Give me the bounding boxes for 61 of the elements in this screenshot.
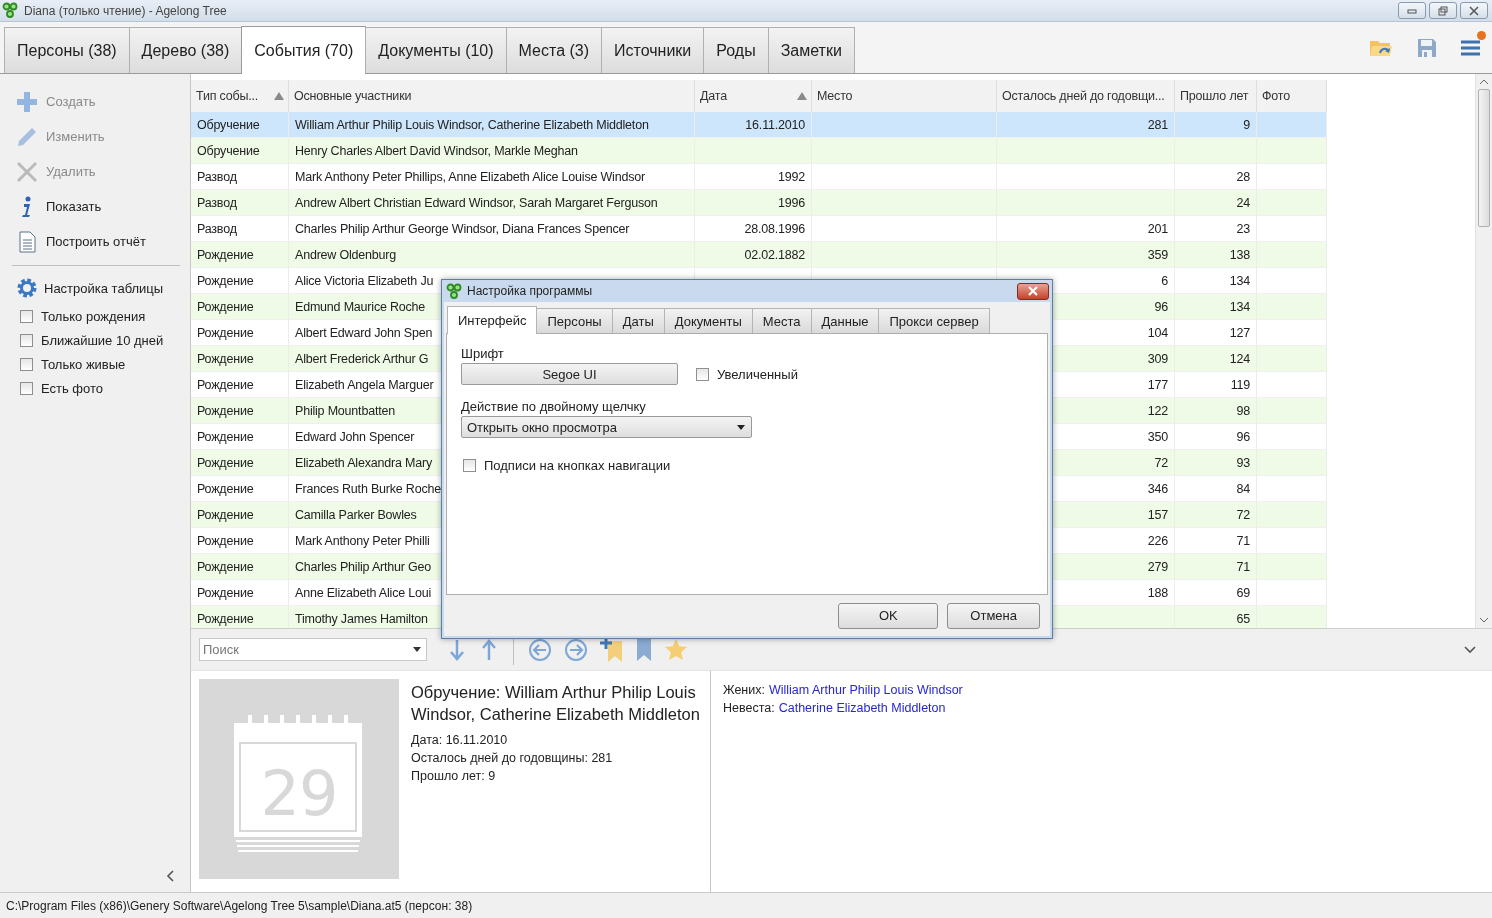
table-cell: Рождение — [191, 268, 289, 293]
window-title: Diana (только чтение) - Agelong Tree — [24, 3, 228, 18]
field-label: Действие по двойному щелчку — [461, 399, 647, 414]
relation-label: Жених: — [723, 682, 765, 699]
table-cell: William Arthur Philip Louis Windsor, Catherine Elizabeth Middleton — [289, 112, 695, 137]
table-cell: Обручение — [191, 138, 289, 163]
event-detail: Прошло лет: 9 — [411, 768, 497, 785]
table-cell: Рождение — [191, 502, 289, 527]
table-cell: Развод — [191, 190, 289, 215]
table-cell: Рождение — [191, 372, 289, 397]
table-cell: Обручение — [191, 112, 289, 137]
table-cell: 71 — [1175, 528, 1257, 553]
table-cell: 9 — [1175, 112, 1257, 137]
table-cell: 1992 — [695, 164, 812, 189]
table-cell: 23 — [1175, 216, 1257, 241]
table-cell: Andrew Oldenburg — [289, 242, 695, 267]
relation-label: Невеста: — [723, 700, 775, 717]
table-cell: Рождение — [191, 424, 289, 449]
table-cell: Рождение — [191, 346, 289, 371]
table-cell: Рождение — [191, 554, 289, 579]
table-cell: Рождение — [191, 398, 289, 423]
table-cell: 16.11.2010 — [695, 112, 812, 137]
table-cell: 281 — [997, 112, 1175, 137]
table-cell: Andrew Albert Christian Edward Windsor, Sarah Margaret Ferguson — [289, 190, 695, 215]
file-path: C:\Program Files (x86)\Genery Software\Agelong Tree 5\sample\Diana.at5 (персон: 38) — [6, 898, 473, 913]
table-cell: Рождение — [191, 242, 289, 267]
table-cell: 84 — [1175, 476, 1257, 501]
event-detail: Осталось дней до годовщины: 281 — [411, 750, 614, 767]
table-cell: 96 — [1175, 424, 1257, 449]
table-cell: 28.08.1996 — [695, 216, 812, 241]
table-cell: 93 — [1175, 450, 1257, 475]
table-cell: Развод — [191, 216, 289, 241]
table-cell: 119 — [1175, 372, 1257, 397]
table-cell: Charles Philip Arthur George Windsor, Diana Frances Spencer — [289, 216, 695, 241]
event-title: Обручение: William Arthur Philip Louis Windsor, Catherine Elizabeth Middleton — [411, 682, 701, 725]
table-cell: 127 — [1175, 320, 1257, 345]
table-cell: 02.02.1882 — [695, 242, 812, 267]
field-label: Шрифт — [461, 346, 505, 361]
table-cell: Mark Anthony Peter Phillips, Anne Elizabeth Alice Louise Windsor — [289, 164, 695, 189]
table-cell: 134 — [1175, 268, 1257, 293]
event-detail: Дата: 16.11.2010 — [411, 732, 509, 749]
table-cell: 201 — [997, 216, 1175, 241]
table-cell: 134 — [1175, 294, 1257, 319]
table-cell: 69 — [1175, 580, 1257, 605]
table-cell: Рождение — [191, 476, 289, 501]
table-cell: 72 — [1175, 502, 1257, 527]
table-cell: Рождение — [191, 450, 289, 475]
table-cell: Рождение — [191, 294, 289, 319]
table-cell: Рождение — [191, 528, 289, 553]
table-cell: 359 — [997, 242, 1175, 267]
table-cell: 138 — [1175, 242, 1257, 267]
table-cell: 24 — [1175, 190, 1257, 215]
table-cell: Henry Charles Albert David Windsor, Markle Meghan — [289, 138, 695, 163]
table-cell: 1996 — [695, 190, 812, 215]
table-cell: 124 — [1175, 346, 1257, 371]
table-cell: Развод — [191, 164, 289, 189]
table-cell: 71 — [1175, 554, 1257, 579]
table-cell: 98 — [1175, 398, 1257, 423]
table-cell: Рождение — [191, 580, 289, 605]
table-cell: Рождение — [191, 320, 289, 345]
table-cell: 28 — [1175, 164, 1257, 189]
